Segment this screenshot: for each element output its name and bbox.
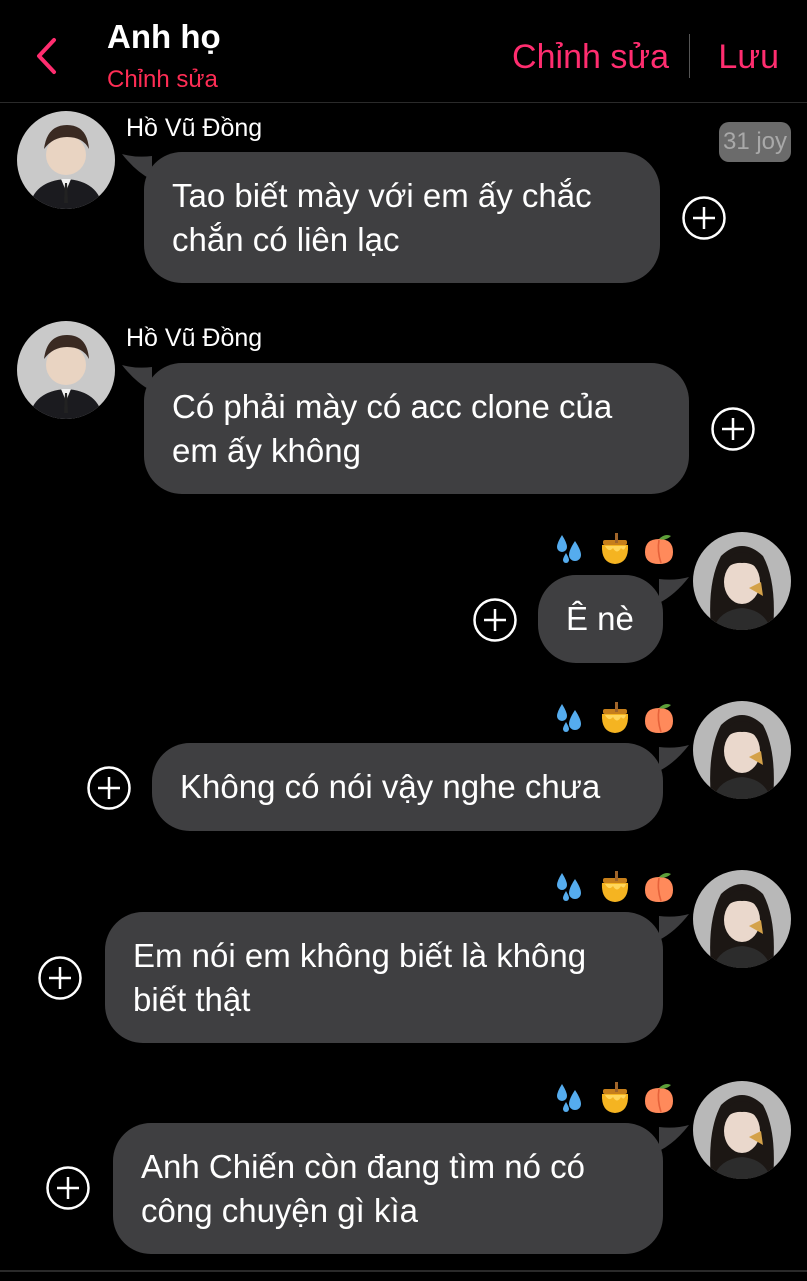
edit-button[interactable]: Chỉnh sửa [512,38,669,77]
honey-pot-icon [597,700,633,736]
conversation-subtitle[interactable]: Chỉnh sửa [107,66,218,94]
sweat-drops-icon [553,1080,589,1116]
header-divider [689,34,690,78]
reaction-row[interactable] [553,1080,677,1116]
chevron-left-icon[interactable] [30,34,66,78]
avatar[interactable] [693,532,791,630]
peach-icon [641,869,677,905]
plus-circle-icon[interactable] [86,765,132,811]
avatar[interactable] [693,1081,791,1179]
bubble-tail [659,577,689,603]
peach-icon [641,700,677,736]
message-bubble[interactable]: Em nói em không biết là không biết thật [105,912,663,1043]
message-bubble[interactable]: Có phải mày có acc clone của em ấy không [144,363,689,494]
bubble-tail [659,914,689,940]
reaction-row[interactable] [553,869,677,905]
plus-circle-icon[interactable] [710,406,756,452]
message-bubble[interactable]: Anh Chiến còn đang tìm nó có công chuyện… [113,1123,663,1254]
message-bubble[interactable]: Tao biết mày với em ấy chắc chắn có liên… [144,152,660,283]
nav-header: Anh họ Chỉnh sửa Chỉnh sửa Lưu [0,0,807,103]
conversation-title: Anh họ [107,18,221,55]
bubble-tail [659,1125,689,1151]
honey-pot-icon [597,531,633,567]
avatar[interactable] [17,321,115,419]
save-button[interactable]: Lưu [718,38,779,77]
plus-circle-icon[interactable] [681,195,727,241]
message-bubble[interactable]: Ê nè [538,575,663,663]
bubble-tail [659,745,689,771]
timestamp-badge: 31 joy [719,122,791,162]
sweat-drops-icon [553,869,589,905]
message-bubble[interactable]: Không có nói vậy nghe chưa [152,743,663,831]
sweat-drops-icon [553,531,589,567]
plus-circle-icon[interactable] [45,1165,91,1211]
reaction-row[interactable] [553,531,677,567]
avatar[interactable] [693,870,791,968]
sender-name: Hồ Vũ Đồng [126,324,263,352]
plus-circle-icon[interactable] [37,955,83,1001]
avatar[interactable] [17,111,115,209]
peach-icon [641,531,677,567]
sender-name: Hồ Vũ Đồng [126,114,263,142]
plus-circle-icon[interactable] [472,597,518,643]
peach-icon [641,1080,677,1116]
honey-pot-icon [597,869,633,905]
sweat-drops-icon [553,700,589,736]
bottom-divider [0,1270,807,1281]
honey-pot-icon [597,1080,633,1116]
reaction-row[interactable] [553,700,677,736]
avatar[interactable] [693,701,791,799]
